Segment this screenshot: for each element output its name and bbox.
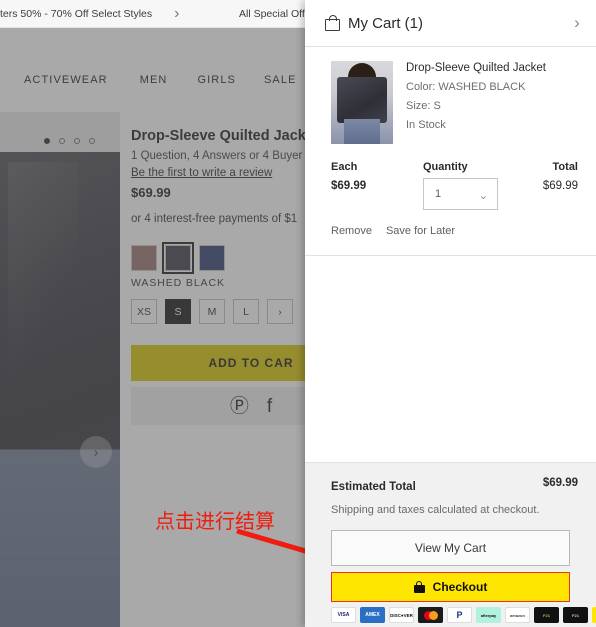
annotation-text: 点击进行结算 <box>155 509 275 533</box>
visa-icon: VISA <box>331 607 356 623</box>
cart-title: My Cart (1) <box>348 14 423 32</box>
promo-text: ters 50% - 70% Off Select Styles <box>0 7 153 20</box>
shopping-bag-icon <box>325 15 340 31</box>
amex-icon: AMEX <box>360 607 385 623</box>
total-label: Total <box>552 161 578 173</box>
each-column: Each $69.99 <box>331 161 366 192</box>
quantity-label: Quantity <box>423 161 468 173</box>
discover-icon: DISC●VER <box>389 607 414 623</box>
amazon-pay-icon: amazon <box>505 607 530 623</box>
cart-summary: Estimated Total $69.99 Shipping and taxe… <box>305 462 596 627</box>
paypal-icon: P <box>447 607 472 623</box>
cart-item-color: Color: WASHED BLACK <box>406 81 526 93</box>
quantity-select[interactable]: 1 ⌄ <box>423 178 498 210</box>
cart-item-actions: Remove Save for Later <box>305 225 596 237</box>
afterpay-icon: afterpay <box>476 607 501 623</box>
total-value: $69.99 <box>542 180 578 192</box>
promo-next-icon[interactable]: › <box>174 5 179 22</box>
screenshot-root: ters 50% - 70% Off Select Styles › All S… <box>0 0 596 627</box>
cart-item: Drop-Sleeve Quilted Jacket Color: WASHED… <box>305 47 596 144</box>
lock-icon <box>413 581 425 593</box>
cart-header: My Cart (1) › <box>305 0 596 47</box>
estimated-total-label: Estimated Total <box>331 481 416 493</box>
checkout-label: Checkout <box>432 580 488 594</box>
forever21-card-3-icon: F21 <box>592 607 596 623</box>
cart-divider <box>305 255 596 256</box>
estimated-total-value: $69.99 <box>542 477 578 489</box>
cart-item-stock: In Stock <box>406 119 446 131</box>
total-column: Total $69.99 <box>543 161 578 192</box>
each-value: $69.99 <box>331 180 367 192</box>
mastercard-icon <box>418 607 443 623</box>
forever21-card-2-icon: F21 <box>563 607 588 623</box>
save-for-later-link[interactable]: Save for Later <box>386 225 455 237</box>
view-my-cart-button[interactable]: View My Cart <box>331 530 570 566</box>
close-drawer-icon[interactable]: › <box>564 10 590 36</box>
quantity-column: Quantity 1 ⌄ <box>423 161 498 210</box>
cart-item-info: Drop-Sleeve Quilted Jacket Color: WASHED… <box>406 61 546 144</box>
quantity-value: 1 <box>435 188 442 200</box>
cart-item-thumbnail[interactable] <box>331 61 393 144</box>
cart-item-name[interactable]: Drop-Sleeve Quilted Jacket <box>406 62 546 74</box>
cart-drawer: My Cart (1) › Drop-Sleeve Quilted Jacket… <box>305 0 596 627</box>
cart-price-row: Each $69.99 Quantity 1 ⌄ Total $69.99 <box>305 161 596 223</box>
cart-item-size: Size: S <box>406 100 441 112</box>
estimated-total-row: Estimated Total $69.99 <box>305 463 596 495</box>
shipping-note: Shipping and taxes calculated at checkou… <box>331 504 540 516</box>
each-label: Each <box>331 161 358 173</box>
checkout-button[interactable]: Checkout <box>331 572 570 602</box>
payment-methods: VISA AMEX DISC●VER P afterpay amazon F21… <box>331 607 596 623</box>
forever21-card-1-icon: F21 <box>534 607 559 623</box>
chevron-down-icon: ⌄ <box>478 190 488 202</box>
remove-link[interactable]: Remove <box>331 225 372 237</box>
